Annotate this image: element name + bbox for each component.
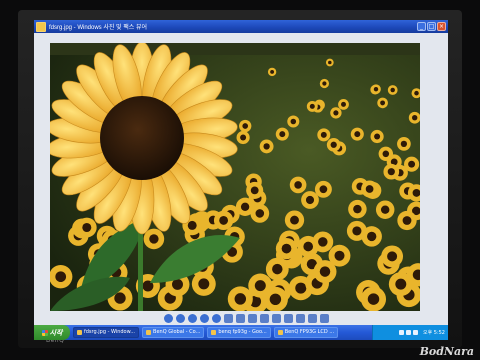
delete-icon[interactable] (272, 313, 281, 323)
system-tray: 오후 5:52 (372, 325, 448, 340)
photo-viewer-app-icon (36, 21, 46, 32)
windows-logo-icon (41, 329, 48, 336)
browser-icon (146, 330, 152, 335)
start-button[interactable]: 시작 (34, 325, 70, 340)
open-icon[interactable] (308, 313, 317, 323)
taskbar-item-label: fdsrg.jpg - Window... (84, 329, 136, 335)
close-button[interactable]: × (437, 22, 446, 31)
window-titlebar[interactable]: fdsrg.jpg - Windows 사진 및 팩스 뷰어 _ □ × (34, 20, 448, 33)
zoom-in-icon[interactable] (224, 313, 233, 323)
taskbar-item-google-search[interactable]: benq fp93g - Goo... (207, 327, 271, 338)
network-icon[interactable] (398, 330, 404, 335)
photo-viewer-icon (77, 330, 82, 335)
best-fit-icon[interactable] (188, 313, 197, 323)
taskbar-item-label: BenQ Global - Co... (153, 329, 201, 335)
slideshow-icon[interactable] (212, 313, 221, 323)
rotate-cw-icon[interactable] (248, 313, 257, 323)
save-icon[interactable] (296, 313, 305, 323)
taskbar-item-label: benq fp93g - Goo... (218, 329, 267, 335)
viewer-toolbar (164, 313, 329, 323)
browser-icon (277, 330, 283, 335)
browser-icon (211, 330, 217, 335)
maximize-button[interactable]: □ (427, 22, 436, 31)
security-icon[interactable] (412, 330, 418, 335)
minimize-button[interactable]: _ (417, 22, 426, 31)
print-icon[interactable] (284, 313, 293, 323)
volume-icon[interactable] (405, 330, 411, 335)
taskbar: 시작 fdsrg.jpg - Window... BenQ Global - C… (34, 325, 448, 340)
start-label: 시작 (49, 328, 63, 337)
sunflower-field-photo (50, 43, 420, 311)
sunflower-photo-graphic (50, 43, 420, 311)
taskbar-item-benq-global[interactable]: BenQ Global - Co... (142, 327, 205, 338)
window-title: fdsrg.jpg - Windows 사진 및 팩스 뷰어 (49, 25, 147, 31)
prev-icon[interactable] (164, 313, 173, 323)
zoom-out-icon[interactable] (236, 313, 245, 323)
watermark: BodNara (419, 345, 474, 358)
help-icon[interactable] (320, 313, 329, 323)
screen: fdsrg.jpg - Windows 사진 및 팩스 뷰어 _ □ × 시작 … (34, 20, 448, 340)
taskbar-item-photo-viewer[interactable]: fdsrg.jpg - Window... (73, 327, 140, 338)
taskbar-item-benq-fp93g[interactable]: BenQ FP93G LCD ... (273, 327, 339, 338)
next-icon[interactable] (176, 313, 185, 323)
actual-size-icon[interactable] (200, 313, 209, 323)
taskbar-item-label: BenQ FP93G LCD ... (284, 329, 335, 335)
clock[interactable]: 오후 5:52 (423, 329, 445, 336)
image-viewer-area (34, 33, 448, 325)
rotate-ccw-icon[interactable] (260, 313, 269, 323)
